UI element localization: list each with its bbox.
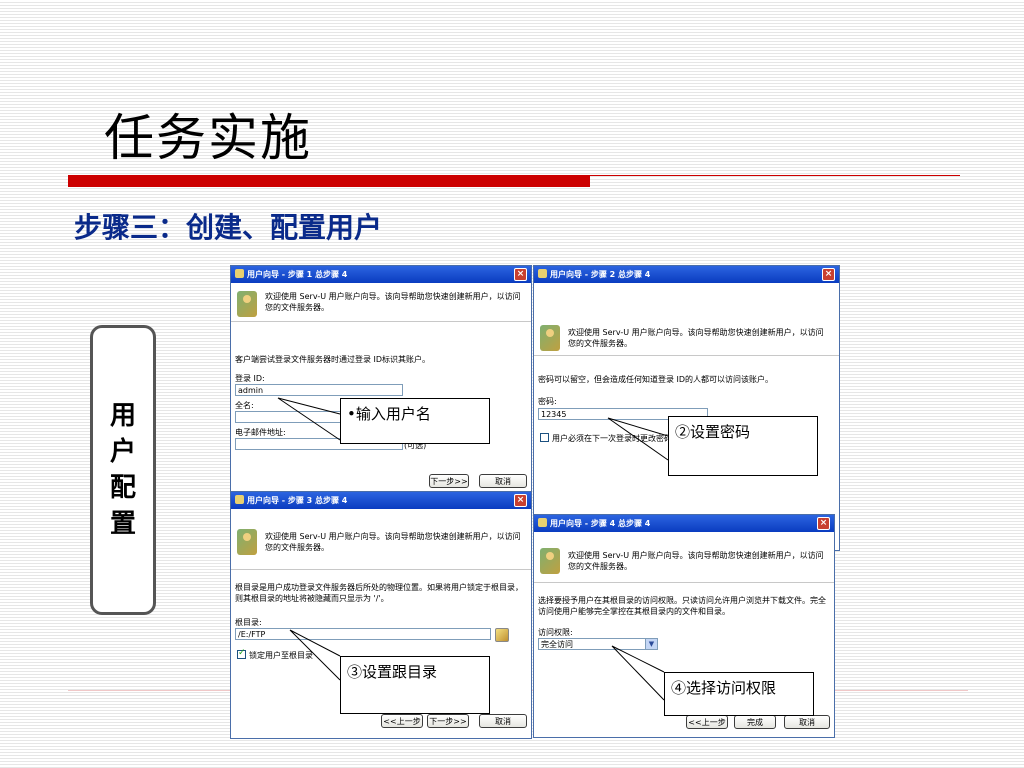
callout-pointer-2: [607, 417, 669, 461]
callout-set-root-dir: ③设置跟目录: [340, 656, 490, 714]
callout-set-password: ②设置密码: [668, 416, 818, 476]
callout-pointer-1: [277, 397, 341, 441]
callout-enter-username: •输入用户名: [340, 398, 490, 444]
callout-pointer-3: [289, 629, 341, 681]
callout-pointer-4: [611, 645, 665, 701]
callout-pointers: [277, 397, 669, 701]
callout-select-access: ④选择访问权限: [664, 672, 814, 716]
